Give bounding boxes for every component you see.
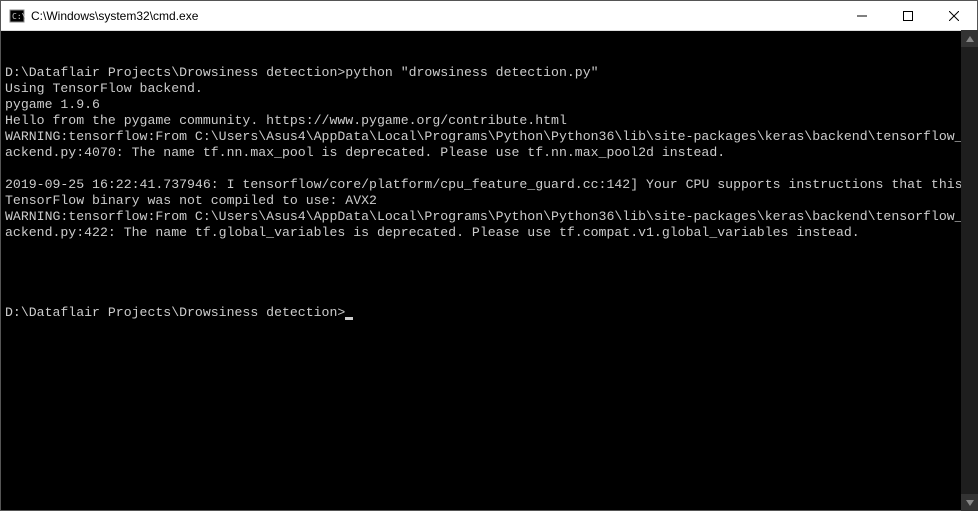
terminal-prompt-line: D:\Dataflair Projects\Drowsiness detecti… [5, 305, 973, 321]
cmd-window: C:\ C:\Windows\system32\cmd.exe D:\Dataf… [0, 0, 978, 511]
titlebar: C:\ C:\Windows\system32\cmd.exe [1, 1, 977, 31]
terminal-line: WARNING:tensorflow:From C:\Users\Asus4\A… [5, 209, 973, 241]
terminal-line: 2019-09-25 16:22:41.737946: I tensorflow… [5, 177, 973, 209]
cursor [345, 317, 353, 320]
terminal-prompt: D:\Dataflair Projects\Drowsiness detecti… [5, 305, 345, 320]
terminal-line: Using TensorFlow backend. [5, 81, 973, 97]
terminal-line: WARNING:tensorflow:From C:\Users\Asus4\A… [5, 129, 973, 161]
terminal-line: D:\Dataflair Projects\Drowsiness detecti… [5, 65, 973, 81]
maximize-button[interactable] [885, 1, 931, 30]
minimize-button[interactable] [839, 1, 885, 30]
window-controls [839, 1, 977, 30]
scrollbar[interactable] [961, 30, 978, 511]
terminal-line: Hello from the pygame community. https:/… [5, 113, 973, 129]
scroll-up-icon[interactable] [961, 30, 978, 47]
cmd-icon: C:\ [9, 8, 25, 24]
svg-text:C:\: C:\ [12, 12, 25, 21]
close-button[interactable] [931, 1, 977, 30]
terminal-line: pygame 1.9.6 [5, 97, 973, 113]
scroll-down-icon[interactable] [961, 494, 978, 511]
scroll-track[interactable] [961, 47, 978, 494]
terminal-output[interactable]: D:\Dataflair Projects\Drowsiness detecti… [1, 31, 977, 510]
window-title: C:\Windows\system32\cmd.exe [31, 9, 839, 23]
